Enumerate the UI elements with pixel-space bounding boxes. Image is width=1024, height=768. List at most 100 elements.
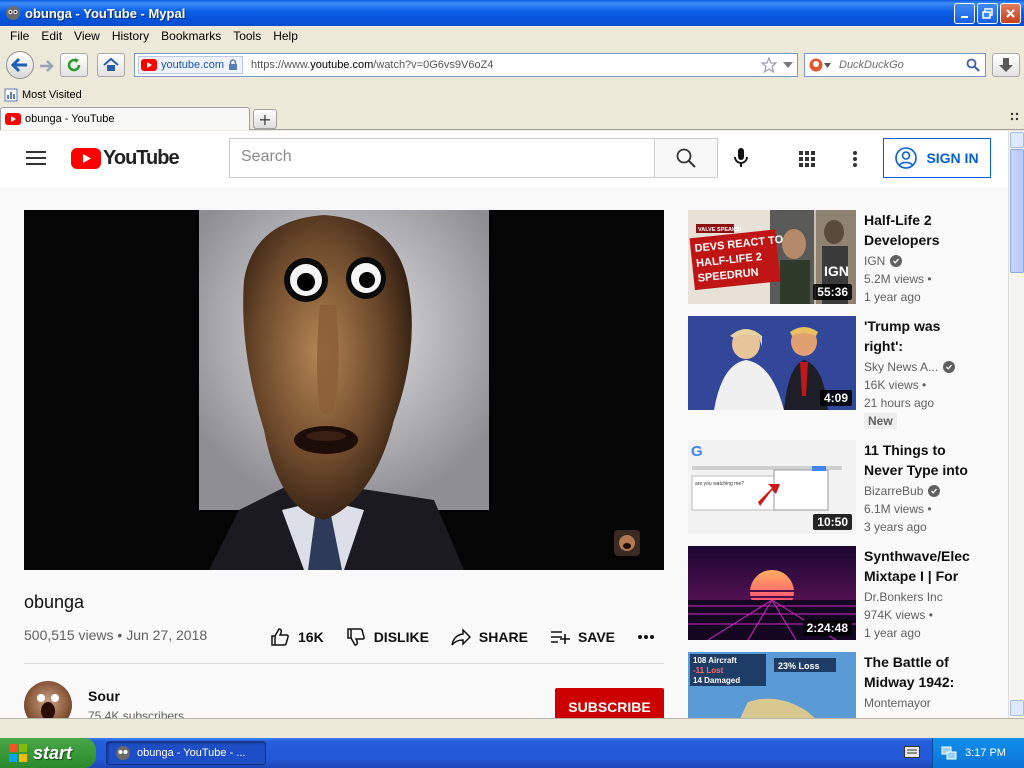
scroll-down-arrow-icon[interactable] xyxy=(1010,700,1024,716)
recommended-views: 974K views • xyxy=(864,608,933,622)
subscriber-count: 75.4K subscribers xyxy=(88,709,185,718)
like-count: 16K xyxy=(298,629,324,645)
tab-obunga-youtube[interactable]: obunga - YouTube xyxy=(0,107,250,130)
menu-view[interactable]: View xyxy=(68,29,106,43)
video-watermark-icon xyxy=(614,530,640,556)
sign-in-button[interactable]: SIGN IN xyxy=(883,138,991,178)
dislike-button[interactable]: DISLIKE xyxy=(346,627,429,647)
recommended-video[interactable]: 4:09 'Trump was right': Sky News A... 16K… xyxy=(688,316,988,429)
grid-dots-icon xyxy=(1010,112,1019,121)
recommended-channel: BizarreBub xyxy=(864,484,941,498)
keyboard-icon[interactable] xyxy=(904,746,920,758)
search-icon[interactable] xyxy=(966,58,980,72)
microphone-icon[interactable] xyxy=(733,147,749,169)
window-title: obunga - YouTube - Mypal xyxy=(25,5,186,21)
recommended-video[interactable]: 2:24:48 Synthwave/Elec Mixtape I | For Dr… xyxy=(688,546,988,646)
video-thumbnail[interactable]: VALVE SPEAKS! DEVS REACT TO HALF-LIFE 2 … xyxy=(688,210,856,304)
thumbnail-text-line: 108 Aircraft xyxy=(693,656,737,665)
recommended-video-title[interactable]: Half-Life 2 Developers xyxy=(864,210,976,250)
hamburger-menu-icon[interactable] xyxy=(26,151,46,165)
web-search-bar[interactable]: DuckDuckGo xyxy=(804,53,986,77)
share-button[interactable]: SHARE xyxy=(451,627,528,647)
upload-date: Jun 27, 2018 xyxy=(126,627,208,643)
like-button[interactable]: 16K xyxy=(270,627,324,647)
bookmark-most-visited[interactable]: Most Visited xyxy=(22,89,82,101)
site-identity[interactable]: youtube.com xyxy=(138,56,243,74)
recommended-views: 16K views • xyxy=(864,378,927,392)
recommended-video-title[interactable]: Synthwave/Elec Mixtape I | For xyxy=(864,546,976,586)
back-button[interactable] xyxy=(6,51,34,79)
url-dropdown-icon[interactable] xyxy=(783,62,793,68)
channel-name[interactable]: Sour xyxy=(88,688,120,704)
restore-icon xyxy=(982,8,993,19)
download-arrow-icon xyxy=(999,58,1013,72)
youtube-search-button[interactable] xyxy=(654,138,718,178)
recommended-video[interactable]: 108 Aircraft -11 Lost 14 Damaged 23% Los… xyxy=(688,652,988,718)
recommended-channel: IGN xyxy=(864,254,903,268)
recommended-video-title[interactable]: The Battle of Midway 1942: xyxy=(864,652,976,692)
start-button[interactable]: start xyxy=(0,738,96,768)
page-content[interactable]: YouTube SIGN IN xyxy=(0,131,1008,718)
youtube-search-input[interactable] xyxy=(241,139,641,175)
most-visited-icon xyxy=(4,88,18,102)
system-tray: 3:17 PM xyxy=(932,738,1024,768)
menu-file[interactable]: File xyxy=(4,29,35,43)
thumbs-down-icon xyxy=(346,628,365,646)
share-label: SHARE xyxy=(478,629,528,645)
video-thumbnail[interactable]: G are you watching me? 10:50 xyxy=(688,440,856,534)
network-icon[interactable] xyxy=(941,745,957,761)
window-titlebar[interactable]: obunga - YouTube - Mypal xyxy=(0,0,1024,26)
youtube-favicon-icon xyxy=(5,113,21,125)
menu-edit[interactable]: Edit xyxy=(35,29,68,43)
minimize-button[interactable] xyxy=(954,3,975,24)
recommended-age: 1 year ago xyxy=(864,290,921,304)
ign-logo-text: IGN xyxy=(824,263,849,279)
save-button[interactable]: SAVE xyxy=(550,627,615,647)
menu-tools[interactable]: Tools xyxy=(227,29,267,43)
bookmark-star-icon[interactable] xyxy=(761,57,777,73)
recommended-video[interactable]: VALVE SPEAKS! DEVS REACT TO HALF-LIFE 2 … xyxy=(688,210,988,310)
thumbnail-text-line: are you watching me? xyxy=(695,481,744,487)
close-button[interactable] xyxy=(1000,3,1021,24)
dislike-label: DISLIKE xyxy=(373,629,429,645)
tab-list-button[interactable] xyxy=(1010,112,1020,125)
recommended-video[interactable]: G are you watching me? 10:50 11 Things t… xyxy=(688,440,988,540)
reload-button[interactable] xyxy=(60,53,88,77)
verified-check-icon xyxy=(928,485,941,497)
taskbar-window-button[interactable]: obunga - YouTube - ... xyxy=(106,741,266,765)
video-thumbnail[interactable]: 4:09 xyxy=(688,316,856,410)
downloads-button[interactable] xyxy=(992,53,1020,77)
video-thumbnail[interactable]: 2:24:48 xyxy=(688,546,856,640)
channel-avatar[interactable] xyxy=(24,681,72,718)
video-duration: 10:50 xyxy=(813,514,852,530)
menu-bar: File Edit View History Bookmarks Tools H… xyxy=(0,26,1024,46)
url-text[interactable]: https://www.youtube.com/watch?v=0G6vs9V6… xyxy=(251,59,493,71)
video-player[interactable] xyxy=(24,210,664,570)
status-bar xyxy=(0,718,1024,738)
search-engine-selector[interactable] xyxy=(805,58,835,72)
menu-bookmarks[interactable]: Bookmarks xyxy=(155,29,227,43)
scrollbar-thumb[interactable] xyxy=(1010,149,1024,273)
restore-button[interactable] xyxy=(977,3,998,24)
subscribe-button[interactable]: SUBSCRIBE xyxy=(555,688,664,718)
apps-grid-icon[interactable] xyxy=(798,150,816,168)
menu-help[interactable]: Help xyxy=(267,29,304,43)
recommended-video-title[interactable]: 11 Things to Never Type into xyxy=(864,440,976,480)
menu-history[interactable]: History xyxy=(106,29,155,43)
youtube-logo[interactable]: YouTube xyxy=(71,147,180,170)
scroll-up-arrow-icon[interactable] xyxy=(1010,132,1024,148)
home-button[interactable] xyxy=(97,53,125,77)
clock[interactable]: 3:17 PM xyxy=(965,747,1006,759)
new-tab-button[interactable]: + xyxy=(253,109,277,129)
page-scrollbar[interactable] xyxy=(1008,131,1024,718)
plus-icon: + xyxy=(258,109,272,129)
youtube-search-box xyxy=(229,138,655,178)
more-actions-button[interactable] xyxy=(637,634,655,640)
recommended-channel: Montemayor xyxy=(864,696,931,710)
forward-button[interactable] xyxy=(36,56,56,76)
video-thumbnail[interactable]: 108 Aircraft -11 Lost 14 Damaged 23% Los… xyxy=(688,652,856,718)
url-bar[interactable]: youtube.com https://www.youtube.com/watc… xyxy=(134,53,798,77)
recommended-video-title[interactable]: 'Trump was right': xyxy=(864,316,976,356)
more-vertical-icon[interactable] xyxy=(852,150,858,168)
windows-logo-icon xyxy=(9,744,27,762)
